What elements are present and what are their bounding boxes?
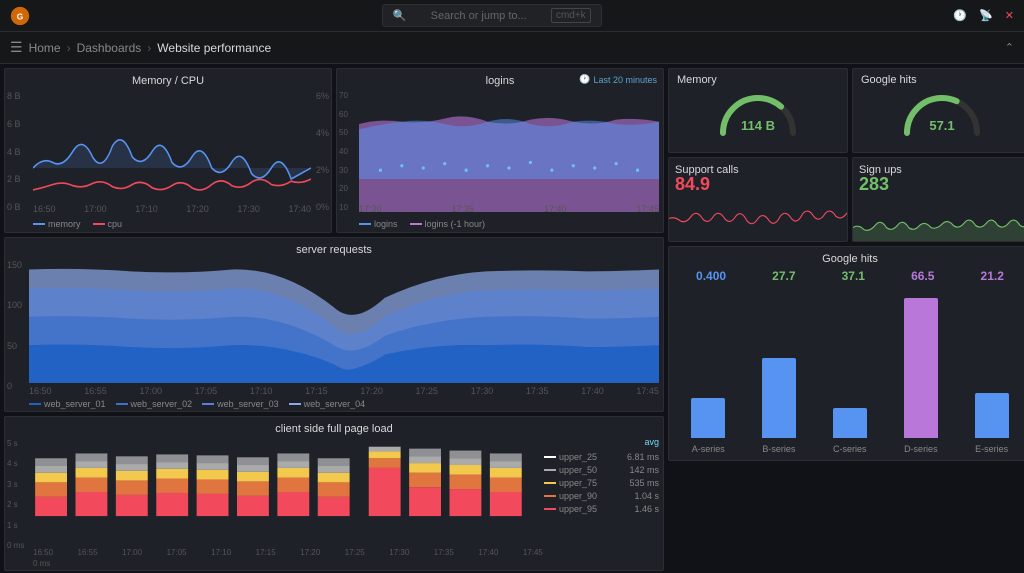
- grafana-logo: G: [10, 6, 30, 26]
- panel-title-google-hits-bar: Google hits: [669, 247, 1024, 267]
- collapse-icon[interactable]: ⌃: [1005, 41, 1014, 54]
- svg-text:114 B: 114 B: [741, 118, 775, 133]
- bar-labels: A-seriesB-seriesC-seriesD-seriesE-series: [673, 444, 1024, 454]
- panel-sign-ups: Sign ups 283: [852, 157, 1024, 242]
- logins-chart: [359, 91, 659, 212]
- stat-d: 66.5: [911, 269, 934, 283]
- bar-c-series: [815, 408, 886, 438]
- breadcrumb-sep1: ›: [67, 41, 71, 55]
- panel-logins: logins 🕐 Last 20 minutes 70605040302010: [336, 68, 664, 233]
- y-labels-memory: 8 B6 B4 B2 B0 B: [7, 91, 21, 212]
- bar-d-series: [885, 298, 956, 438]
- sign-ups-chart: [853, 196, 1024, 241]
- breadcrumb-sep2: ›: [147, 41, 151, 55]
- svg-text:57.1: 57.1: [929, 118, 954, 133]
- panel-title-support-calls: Support calls: [669, 158, 847, 178]
- x-labels-server: 16:5016:5517:0017:0517:1017:1517:2017:25…: [29, 386, 659, 396]
- panel-memory-gauge: Memory 114 B: [668, 68, 848, 153]
- memory-cpu-chart: [33, 91, 311, 212]
- bar-e-series: [956, 393, 1024, 438]
- x-labels-page-load: 16:5016:5517:0017:0517:1017:1517:2017:25…: [33, 548, 543, 557]
- y-labels-cpu: 6%4%2%0%: [316, 91, 329, 212]
- panel-title-sign-ups: Sign ups: [853, 158, 1024, 178]
- google-hits-bars: [673, 295, 1024, 438]
- right-column: Memory 114 B Google hits 57.1: [668, 68, 1024, 571]
- panel-page-load: client side full page load 5 s4 s3 s2 s1…: [4, 416, 664, 571]
- x-start-label: 0 ms: [33, 559, 50, 568]
- panel-title-memory-cpu: Memory / CPU: [5, 69, 331, 89]
- panel-google-hits-bar: Google hits 0.400 27.7 37.1 66.5 21.2: [668, 246, 1024, 461]
- y-labels-logins: 70605040302010: [339, 91, 348, 212]
- y-labels-page-load: 5 s4 s3 s2 s1 s0 ms: [7, 439, 24, 550]
- panel-title-server-requests: server requests: [5, 238, 663, 258]
- stat-c: 37.1: [842, 269, 865, 283]
- share-icon: 📡: [979, 9, 993, 22]
- stat-e: 21.2: [981, 269, 1004, 283]
- bar-a-series: [673, 398, 744, 438]
- breadcrumb-bar: ☰ Home › Dashboards › Website performanc…: [0, 32, 1024, 64]
- right-top-panels: Memory 114 B Google hits 57.1: [668, 68, 1024, 153]
- topbar-right: 🕐 📡 ✕: [953, 9, 1014, 22]
- close-icon: ✕: [1005, 9, 1014, 22]
- menu-icon[interactable]: ☰: [10, 39, 23, 56]
- panel-google-hits-gauge: Google hits 57.1: [852, 68, 1024, 153]
- legend-page-load: avg upper_256.81 ms upper_50142 ms upper…: [544, 437, 659, 514]
- topbar-left: G: [10, 6, 30, 26]
- breadcrumb-section[interactable]: Dashboards: [77, 41, 142, 55]
- panel-title-page-load: client side full page load: [5, 417, 663, 437]
- clock-icon: 🕐: [953, 9, 967, 22]
- panel-memory-cpu: Memory / CPU 8 B6 B4 B2 B0 B 6%4%2%0% me…: [4, 68, 332, 233]
- panel-support-calls: Support calls 84.9: [668, 157, 848, 242]
- server-requests-chart: [29, 260, 659, 383]
- y-labels-server: 150100500: [7, 260, 22, 391]
- topbar: G 🔍 Search or jump to... cmd+k 🕐 📡 ✕: [0, 0, 1024, 32]
- memory-gauge-svg: 114 B: [713, 88, 803, 140]
- gauge-title-memory: Memory: [669, 69, 717, 88]
- search-icon: 🔍: [393, 9, 407, 22]
- support-calls-chart: [669, 196, 847, 241]
- stat-a: 0.400: [696, 269, 726, 283]
- breadcrumb-page: Website performance: [157, 41, 271, 55]
- breadcrumb: ☰ Home › Dashboards › Website performanc…: [10, 39, 271, 56]
- x-labels-memory-cpu: 16:5017:0017:1017:2017:3017:40: [33, 204, 311, 214]
- search-shortcut: cmd+k: [551, 8, 591, 23]
- right-mid-panels: Support calls 84.9 Sign ups 283: [668, 157, 1024, 242]
- search-bar[interactable]: 🔍 Search or jump to... cmd+k: [382, 4, 602, 27]
- gauge-title-google-hits: Google hits: [853, 69, 917, 88]
- dashboard: Memory / CPU 8 B6 B4 B2 B0 B 6%4%2%0% me…: [0, 64, 1024, 573]
- google-hits-gauge-svg: 57.1: [897, 88, 987, 140]
- breadcrumb-home[interactable]: Home: [29, 41, 61, 55]
- legend-server: web_server_01 web_server_02 web_server_0…: [29, 399, 365, 409]
- page-load-chart: [33, 439, 543, 545]
- stat-b: 27.7: [772, 269, 795, 283]
- svg-text:G: G: [17, 11, 23, 21]
- search-placeholder: Search or jump to...: [431, 10, 527, 22]
- x-labels-logins: 17:3017:3517:4017:45: [359, 204, 659, 214]
- legend-logins: logins logins (-1 hour): [359, 219, 485, 229]
- panel-title-logins: logins: [337, 69, 663, 89]
- bar-b-series: [744, 358, 815, 438]
- panel-server-requests: server requests 150100500 16:5016:5517:0…: [4, 237, 664, 412]
- legend-memory-cpu: memory cpu: [33, 219, 122, 229]
